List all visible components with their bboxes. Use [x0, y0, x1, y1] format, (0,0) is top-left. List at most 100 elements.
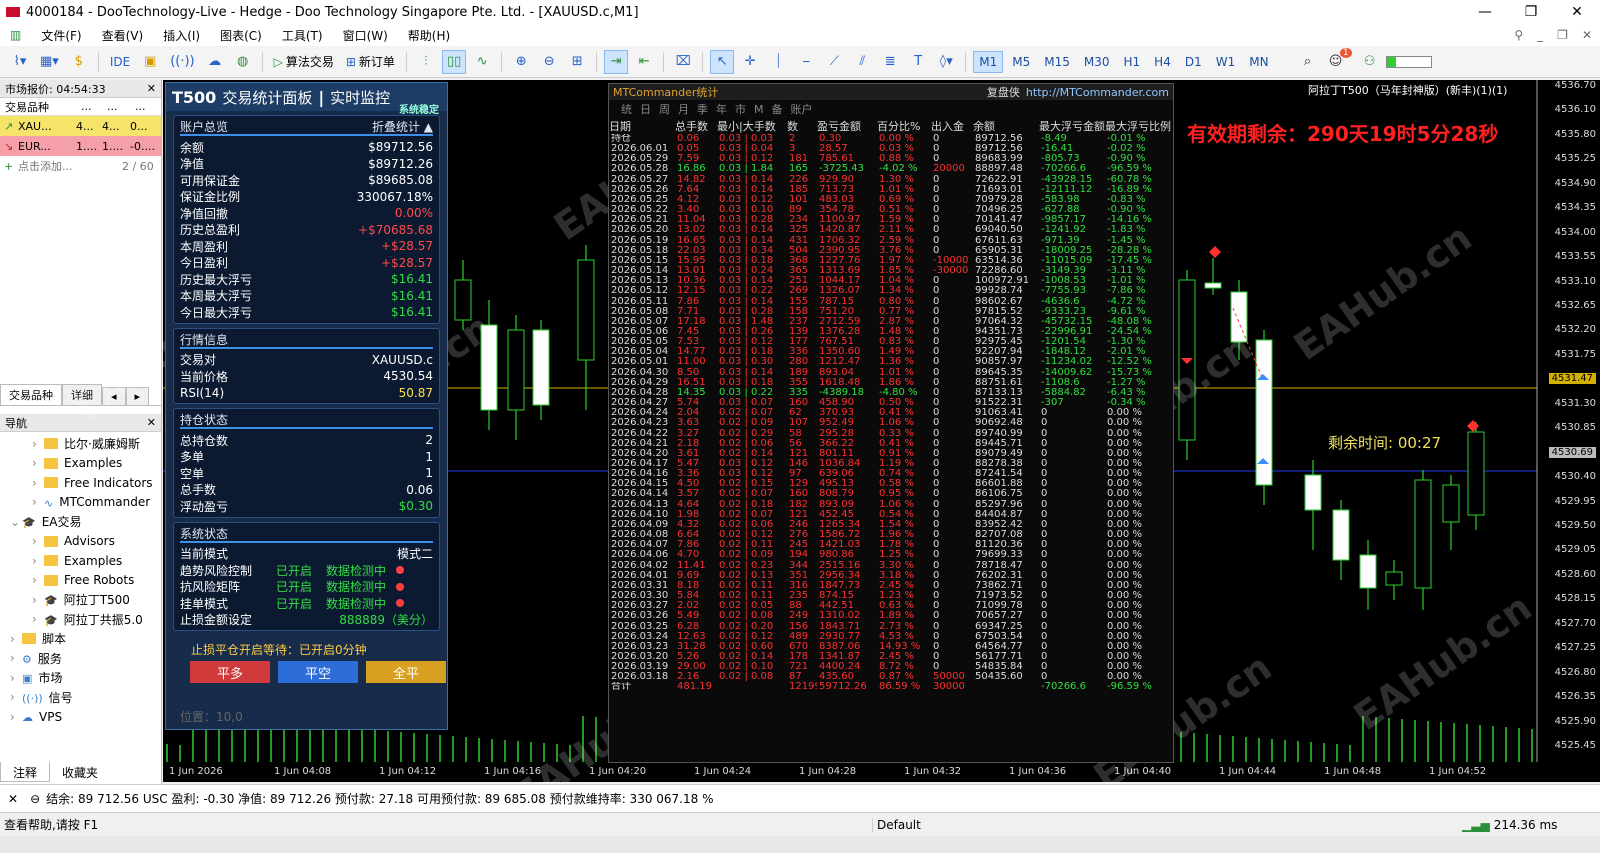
market-watch-row-xau[interactable]: ↗ XAU... 4... 4... 0... — [0, 116, 161, 136]
stats-row[interactable]: 2026.04.06 4.70 0.02 | 0.09 194 980.86 1.25 %… — [609, 550, 1173, 560]
stats-row[interactable]: 2026.04.17 5.47 0.03 | 0.12 146 1036.84 1.19 … — [609, 459, 1173, 469]
stats-row[interactable]: 2026.04.29 16.51 0.03 | 0.18 355 1618.48 1.86… — [609, 378, 1173, 388]
template-icon[interactable]: ▦▾ — [36, 50, 63, 74]
tab-details[interactable]: 详细 — [62, 384, 102, 405]
app-menu-icon[interactable]: ▥ — [0, 28, 31, 42]
restore-icon[interactable]: ❐ — [1508, 0, 1554, 24]
stats-tab[interactable]: 统 — [621, 101, 632, 117]
stats-tab[interactable]: 月 — [678, 101, 689, 117]
expand-chevron-icon[interactable]: › — [32, 476, 44, 490]
menu-help[interactable]: 帮助(H) — [398, 27, 460, 44]
nav-item[interactable]: ⌄ 🎓 EA交易 — [0, 512, 161, 532]
stats-row[interactable]: 2026.05.26 7.64 0.03 | 0.14 185 713.73 1.01 %… — [609, 185, 1173, 195]
stats-row[interactable]: 2026.03.30 5.84 0.02 | 0.11 235 874.15 1.23 %… — [609, 591, 1173, 601]
close-short-button[interactable]: 平空 — [278, 661, 358, 683]
stats-row[interactable]: 2026.04.01 9.69 0.02 | 0.13 351 2956.34 3.18 … — [609, 571, 1173, 581]
stats-row[interactable]: 2026.05.14 13.01 0.03 | 0.24 365 1313.69 1.85… — [609, 266, 1173, 276]
status-minus-icon[interactable]: ⊖ — [30, 792, 40, 806]
stats-row[interactable]: 2026.03.31 8.18 0.02 | 0.11 316 1847.73 2.45 … — [609, 581, 1173, 591]
bar-chart-icon[interactable]: ⫶ — [414, 50, 438, 74]
channel-icon[interactable]: ⫽ — [850, 50, 874, 74]
expand-chevron-icon[interactable]: › — [10, 710, 22, 724]
stats-row[interactable]: 2026.05.20 13.02 0.03 | 0.14 325 1420.87 2.11… — [609, 225, 1173, 235]
stats-row[interactable]: 2026.04.07 7.86 0.02 | 0.11 245 1421.03 1.78 … — [609, 540, 1173, 550]
ide-button[interactable]: IDE — [106, 50, 134, 74]
trendline-icon[interactable]: ⟋ — [822, 50, 846, 74]
stats-row[interactable]: 2026.03.24 12.63 0.02 | 0.12 489 2930.77 4.53… — [609, 632, 1173, 642]
stats-row[interactable]: 2026.03.23 31.28 0.02 | 0.60 670 8387.06 14.9… — [609, 642, 1173, 652]
chart-shift-icon[interactable]: ⇤ — [632, 50, 656, 74]
col-change[interactable]: ... — [130, 100, 156, 113]
expand-chevron-icon[interactable]: ⌄ — [10, 515, 22, 529]
tab-next-icon[interactable]: ▸ — [125, 387, 150, 405]
stats-row[interactable]: 2026.03.27 2.02 0.02 | 0.05 88 442.51 0.63 % 0… — [609, 601, 1173, 611]
stats-row[interactable]: 2026.05.01 11.00 0.03 | 0.30 280 1212.47 1.36… — [609, 357, 1173, 367]
expand-chevron-icon[interactable]: › — [32, 554, 44, 568]
stats-row[interactable]: 2026.04.16 3.36 0.03 | 0.12 97 639.06 0.74 % 0… — [609, 469, 1173, 479]
stats-tab[interactable]: M — [754, 103, 764, 116]
child-close-icon[interactable]: ✕ — [1582, 28, 1592, 42]
stats-row[interactable]: 2026.05.25 4.12 0.03 | 0.12 101 483.03 0.69 %… — [609, 195, 1173, 205]
candles-icon[interactable]: ▯▯ — [441, 49, 467, 74]
expand-chevron-icon[interactable]: › — [32, 456, 44, 470]
stats-col-header[interactable]: 数 — [787, 118, 817, 134]
stats-row[interactable]: 2026.05.07 17.18 0.03 | 1.48 237 2712.59 2.87… — [609, 317, 1173, 327]
replay-label[interactable]: 复盘侠 — [987, 86, 1020, 99]
nav-item[interactable]: › Examples — [0, 551, 161, 571]
stats-row[interactable]: 2026.05.19 16.65 0.03 | 0.14 431 1706.32 2.59… — [609, 236, 1173, 246]
stats-col-header[interactable]: 最大浮亏金额 — [1039, 118, 1105, 134]
market-watch-add-row[interactable]: + 点击添加... 2 / 60 — [0, 156, 161, 176]
nav-item[interactable]: › ▣ 市场 — [0, 668, 161, 688]
nav-item[interactable]: › Advisors — [0, 532, 161, 552]
line-chart-icon[interactable]: ∿ — [470, 50, 494, 74]
expand-chevron-icon[interactable]: › — [32, 495, 44, 509]
stats-row[interactable]: 2026.03.20 5.26 0.02 | 0.14 178 1341.87 2.45 … — [609, 652, 1173, 662]
stats-col-header[interactable]: 出入金 — [931, 118, 973, 134]
tf-m30[interactable]: M30 — [1079, 51, 1115, 73]
stats-tab[interactable]: 账户 — [791, 101, 813, 117]
expand-chevron-icon[interactable]: › — [32, 612, 44, 626]
menu-window[interactable]: 窗口(W) — [333, 27, 398, 44]
stats-tab[interactable]: 季 — [697, 101, 708, 117]
stats-col-header[interactable]: 最大浮亏比例 — [1105, 118, 1173, 134]
menu-insert[interactable]: 插入(I) — [153, 27, 210, 44]
collapse-toggle[interactable]: 折叠统计 ▲ — [372, 118, 433, 134]
nav-item[interactable]: › ((·)) 信号 — [0, 688, 161, 708]
stats-row[interactable]: 2026.05.13 10.36 0.03 | 0.14 251 1044.17 1.04… — [609, 276, 1173, 286]
menu-view[interactable]: 查看(V) — [92, 27, 154, 44]
chart-type-icon[interactable]: ⌇▾ — [8, 50, 32, 74]
stats-row[interactable]: 2026.05.18 22.03 0.03 | 0.34 504 2390.95 3.76… — [609, 246, 1173, 256]
tf-m1[interactable]: M1 — [973, 50, 1004, 73]
stats-row[interactable]: 持仓 0.06 0.03 | 0.03 2 0.30 0.00 % 0 89712.56 -8.… — [609, 134, 1173, 144]
stats-tab[interactable]: 年 — [716, 101, 727, 117]
expand-chevron-icon[interactable]: › — [10, 632, 22, 646]
vertical-line-icon[interactable]: ⏐ — [766, 50, 790, 74]
stats-row[interactable]: 2026.05.08 7.71 0.03 | 0.28 158 751.20 0.77 %… — [609, 307, 1173, 317]
tf-m5[interactable]: M5 — [1007, 51, 1035, 73]
stats-col-header[interactable]: 总手数 — [675, 118, 717, 134]
stats-row[interactable]: 2026.05.29 7.59 0.03 | 0.12 181 785.61 0.88 %… — [609, 154, 1173, 164]
stats-row[interactable]: 2026.03.18 2.16 0.02 | 0.08 87 435.60 0.87 % 5… — [609, 672, 1173, 682]
autoscroll-icon[interactable]: ⇥ — [604, 49, 629, 74]
stats-row[interactable]: 2026.04.08 6.64 0.02 | 0.12 276 1586.72 1.96 … — [609, 530, 1173, 540]
expand-chevron-icon[interactable]: › — [32, 593, 44, 607]
stats-row[interactable]: 2026.04.02 11.41 0.02 | 0.23 344 2515.16 3.30… — [609, 561, 1173, 571]
dollar-icon[interactable]: $ — [67, 50, 91, 74]
stats-col-header[interactable]: 日期 — [609, 118, 675, 134]
child-minimize-icon[interactable]: _ — [1537, 28, 1543, 42]
cursor-icon[interactable]: ↖ — [710, 49, 735, 74]
status-close-icon[interactable]: ✕ — [8, 792, 18, 806]
shapes-icon[interactable]: ◊▾ — [934, 50, 958, 74]
stats-row[interactable]: 2026.04.30 8.50 0.03 | 0.14 189 893.04 1.01 %… — [609, 368, 1173, 378]
stats-row[interactable]: 2026.05.27 14.82 0.03 | 0.14 226 929.90 1.30 … — [609, 175, 1173, 185]
stats-row[interactable]: 2026.04.15 4.50 0.02 | 0.15 129 495.13 0.58 %… — [609, 479, 1173, 489]
expand-chevron-icon[interactable]: › — [10, 690, 22, 704]
search-icon[interactable]: ⌕ — [1296, 50, 1320, 74]
zoom-in-icon[interactable]: ⊕ — [509, 50, 533, 74]
notification-icon[interactable]: ☺ 1 — [1324, 47, 1352, 74]
menu-charts[interactable]: 图表(C) — [210, 27, 272, 44]
nav-item[interactable]: › 🎓 阿拉丁共振5.0 — [0, 610, 161, 630]
new-order-button[interactable]: ⊞ 新订单 — [342, 50, 399, 74]
tab-symbols[interactable]: 交易品种 — [0, 384, 62, 405]
minimize-icon[interactable]: — — [1462, 0, 1508, 24]
